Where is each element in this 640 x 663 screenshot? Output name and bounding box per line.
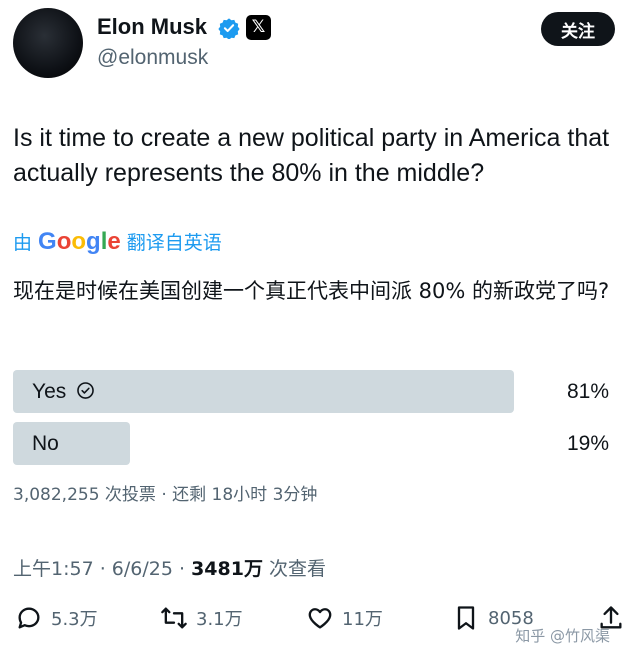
- reply-button[interactable]: 5.3万: [15, 604, 98, 632]
- heart-icon: [308, 608, 332, 629]
- profile-name[interactable]: Elon Musk: [97, 14, 207, 40]
- google-logo-letter: e: [107, 228, 121, 255]
- tweet-text: Is it time to create a new political par…: [13, 124, 610, 187]
- translated-text: 现在是时候在美国创建一个真正代表中间派 80% 的新政党了吗?: [13, 279, 610, 303]
- poll-bar-no: [13, 422, 130, 465]
- poll-option-yes: Yes: [32, 380, 95, 404]
- google-logo: Google: [38, 228, 121, 256]
- google-logo-letter: g: [86, 228, 101, 255]
- google-logo-letter: o: [56, 228, 72, 255]
- check-circle-icon: [77, 382, 94, 399]
- like-count: 11万: [342, 609, 383, 630]
- timestamp-text: 上午1:57 · 6/6/25 ·: [13, 558, 192, 580]
- poll-option-no: No: [32, 432, 59, 455]
- poll-percent-no: 19%: [566, 432, 609, 455]
- translation-by-label: 由: [13, 232, 33, 254]
- poll: Yes 81% No 19%: [0, 370, 640, 467]
- translation-attribution[interactable]: 由 Google 翻译自英语: [13, 228, 222, 256]
- google-logo-letter: G: [38, 228, 57, 255]
- repost-icon: [161, 607, 187, 629]
- reply-count: 5.3万: [51, 609, 98, 630]
- repost-count: 3.1万: [196, 609, 243, 630]
- reply-icon: [18, 607, 40, 629]
- google-logo-letter: o: [71, 228, 87, 255]
- x-logo-icon: 𝕏: [246, 15, 271, 40]
- repost-button[interactable]: 3.1万: [160, 604, 243, 632]
- translation-suffix: 翻译自英语: [126, 232, 222, 254]
- views-count: 3481万: [191, 558, 263, 580]
- bookmark-icon: [457, 606, 475, 630]
- poll-meta: 3,082,255 次投票 · 还剩 18小时 3分钟: [13, 485, 318, 505]
- profile-handle[interactable]: @elonmusk: [97, 46, 208, 70]
- tweet-timestamp[interactable]: 上午1:57 · 6/6/25 · 3481万 次查看: [13, 554, 326, 581]
- like-button[interactable]: 11万: [306, 604, 383, 632]
- follow-button[interactable]: 关注: [541, 12, 615, 46]
- verified-badge-icon: [218, 18, 240, 39]
- watermark: 知乎 @竹风渠: [515, 627, 610, 645]
- views-label: 次查看: [262, 558, 326, 580]
- avatar[interactable]: [13, 8, 83, 78]
- poll-option-label: Yes: [32, 380, 67, 403]
- poll-percent-yes: 81%: [566, 380, 609, 403]
